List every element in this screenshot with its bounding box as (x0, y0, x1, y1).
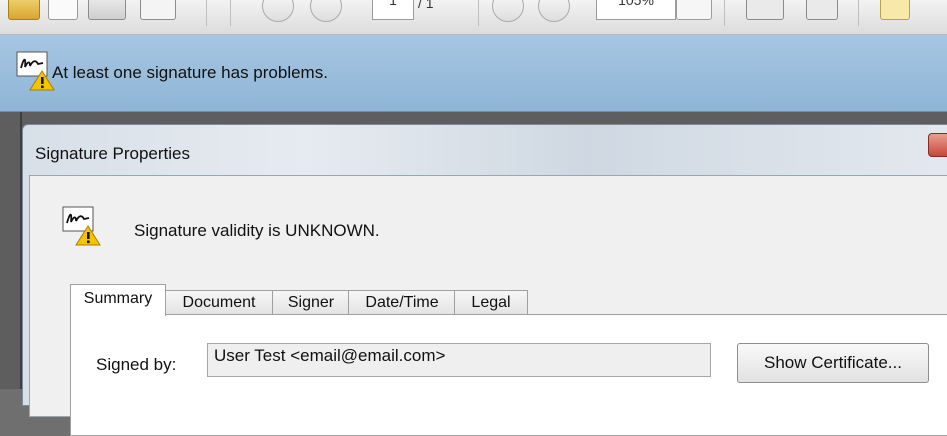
toolbar-separator (858, 0, 859, 26)
zoom-out-icon[interactable] (492, 0, 524, 22)
zoom-value: 105% (618, 0, 654, 8)
tab-signer[interactable]: Signer (272, 290, 350, 315)
comment-icon[interactable] (880, 0, 910, 20)
signature-status-message: At least one signature has problems. (52, 63, 328, 82)
show-certificate-button[interactable]: Show Certificate... (737, 343, 929, 383)
toolbar-separator (724, 0, 725, 26)
signed-by-label: Signed by: (96, 355, 177, 374)
tab-label: Summary (83, 290, 153, 307)
zoom-in-icon[interactable] (538, 0, 570, 22)
signature-properties-dialog: Signature Properties Signature validity … (22, 124, 947, 436)
signature-validity-text: Signature validity is UNKNOWN. (134, 221, 380, 240)
toolbar: 1 / 1 105% (0, 0, 947, 35)
tab-label: Legal (471, 294, 511, 311)
signed-by-value: User Test <email@email.com> (214, 346, 446, 365)
page-number-input[interactable]: 1 (372, 0, 414, 20)
create-icon[interactable] (48, 0, 78, 20)
next-page-icon[interactable] (310, 0, 342, 22)
tab-label: Date/Time (365, 294, 439, 311)
tab-summary[interactable]: Summary (70, 284, 166, 316)
tab-label: Document (182, 294, 256, 311)
summary-panel: Signed by: User Test <email@email.com> S… (70, 314, 947, 436)
page-count: / 1 (418, 0, 434, 11)
email-icon[interactable] (140, 0, 176, 20)
signed-by-field[interactable]: User Test <email@email.com> (207, 343, 711, 377)
tab-label: Signer (287, 294, 335, 311)
open-icon[interactable] (8, 0, 40, 20)
zoom-input[interactable]: 105% (596, 0, 676, 20)
toolbar-separator (230, 0, 231, 26)
tab-legal[interactable]: Legal (454, 290, 528, 315)
toolbar-separator (206, 0, 207, 26)
toolbar-separator (478, 0, 479, 26)
tab-date-time[interactable]: Date/Time (348, 290, 456, 315)
signature-warning-icon (16, 51, 55, 91)
page-number-value: 1 (389, 0, 397, 8)
dialog-title: Signature Properties (35, 144, 190, 163)
tab-document[interactable]: Document (164, 290, 274, 315)
print-icon[interactable] (88, 0, 126, 20)
signature-message-bar: At least one signature has problems. (0, 35, 947, 112)
dialog-body: Signature validity is UNKNOWN. Summary D… (29, 175, 947, 436)
zoom-dropdown[interactable] (676, 0, 712, 20)
previous-page-icon[interactable] (262, 0, 294, 22)
fit-page-icon[interactable] (806, 0, 838, 20)
close-button[interactable] (928, 133, 947, 157)
signature-warning-icon (62, 206, 101, 246)
fit-width-icon[interactable] (746, 0, 784, 20)
